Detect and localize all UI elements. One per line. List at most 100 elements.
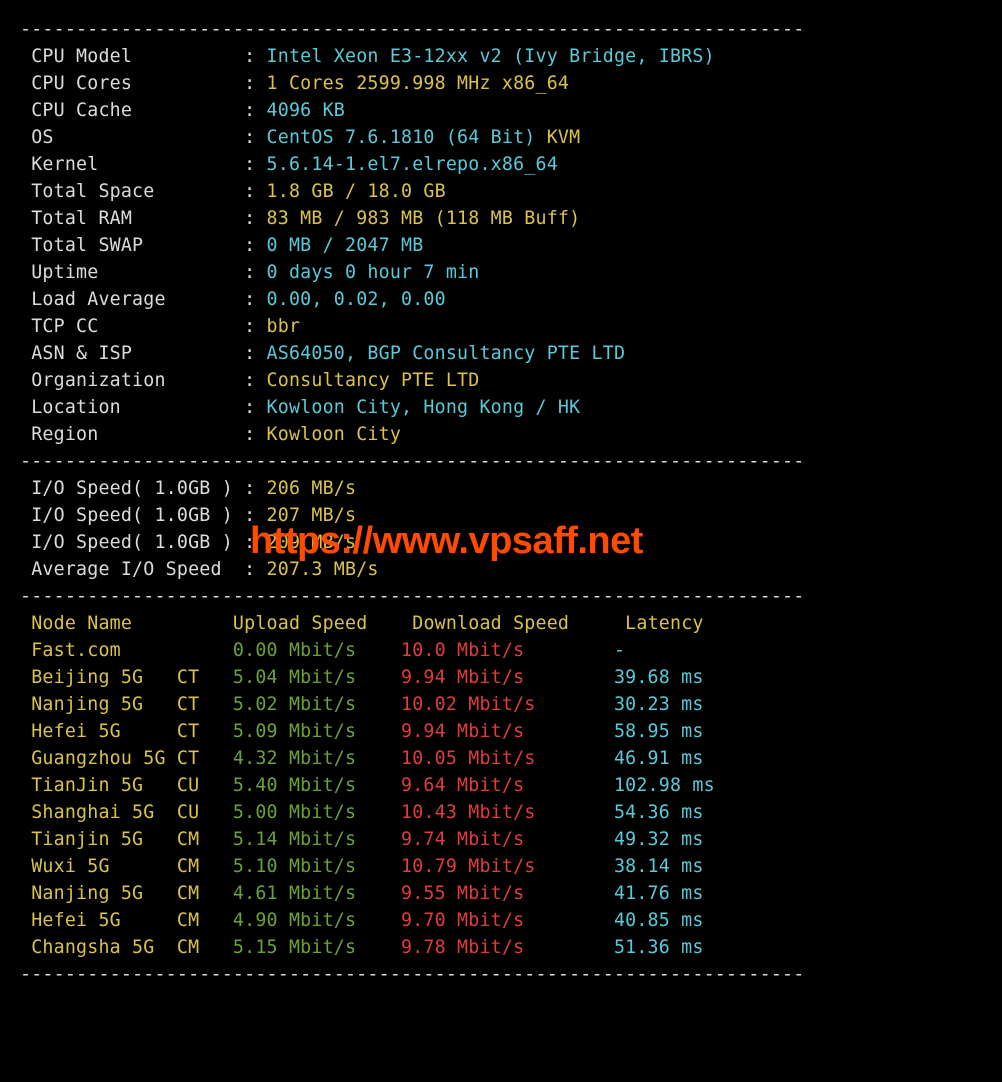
info-value-3: KVM [547,127,581,148]
colon: : [244,424,266,445]
speed-latency-6: 54.36 ms [603,802,749,823]
info-value-13: Kowloon City, Hong Kong / HK [267,397,581,418]
info-value-3: CentOS 7.6.1810 (64 Bit) [267,127,547,148]
speed-latency-4: 46.91 ms [603,748,749,769]
speed-download-8: 10.79 Mbit/s [390,856,603,877]
divider: ----------------------------------------… [20,451,804,472]
speed-latency-8: 38.14 ms [603,856,749,877]
speed-download-4: 10.05 Mbit/s [390,748,603,769]
colon: : [244,370,266,391]
speed-node-2: Nanjing 5G CT [20,694,222,715]
io-value-2: 209 MB/s [267,532,357,553]
io-label-0: I/O Speed( 1.0GB ) [20,478,244,499]
info-label-12: Organization [20,370,244,391]
info-value-5: 1.8 GB / 18.0 GB [267,181,446,202]
colon: : [244,397,266,418]
speed-node-11: Changsha 5G CM [20,937,222,958]
speed-node-10: Hefei 5G CM [20,910,222,931]
colon: : [244,46,266,67]
info-label-10: TCP CC [20,316,244,337]
speed-upload-1: 5.04 Mbit/s [222,667,390,688]
info-label-14: Region [20,424,244,445]
info-label-8: Uptime [20,262,244,283]
speed-download-10: 9.70 Mbit/s [390,910,603,931]
info-value-9: 0.00, 0.02, 0.00 [267,289,446,310]
speed-upload-8: 5.10 Mbit/s [222,856,390,877]
colon: : [244,478,266,499]
speed-download-3: 9.94 Mbit/s [390,721,603,742]
speed-latency-5: 102.98 ms [603,775,749,796]
speed-latency-2: 30.23 ms [603,694,749,715]
speed-upload-11: 5.15 Mbit/s [222,937,390,958]
terminal-output: ----------------------------------------… [0,0,1002,988]
colon: : [244,559,266,580]
speed-upload-10: 4.90 Mbit/s [222,910,390,931]
speed-node-7: Tianjin 5G CM [20,829,222,850]
info-label-9: Load Average [20,289,244,310]
speed-node-9: Nanjing 5G CM [20,883,222,904]
info-value-11: AS64050, BGP Consultancy PTE LTD [267,343,626,364]
colon: : [244,532,266,553]
info-label-4: Kernel [20,154,244,175]
speed-node-8: Wuxi 5G CM [20,856,222,877]
col-latency: Latency [614,613,760,634]
speed-upload-7: 5.14 Mbit/s [222,829,390,850]
speed-upload-9: 4.61 Mbit/s [222,883,390,904]
info-value-2: 4096 KB [267,100,345,121]
info-label-1: CPU Cores [20,73,244,94]
col-download: Download Speed [401,613,614,634]
io-value-0: 206 MB/s [267,478,357,499]
speed-download-9: 9.55 Mbit/s [390,883,603,904]
speed-latency-9: 41.76 ms [603,883,749,904]
info-label-2: CPU Cache [20,100,244,121]
info-label-13: Location [20,397,244,418]
info-value-4: 5.6.14-1.el7.elrepo.x86_64 [267,154,558,175]
info-label-3: OS [20,127,244,148]
io-label-2: I/O Speed( 1.0GB ) [20,532,244,553]
speed-latency-11: 51.36 ms [603,937,749,958]
io-value-3: 207.3 MB/s [267,559,379,580]
io-value-1: 207 MB/s [267,505,357,526]
colon: : [244,208,266,229]
info-value-6: 83 MB / 983 MB (118 MB Buff) [267,208,581,229]
speed-latency-10: 40.85 ms [603,910,749,931]
info-value-0: Intel Xeon E3-12xx v2 (Ivy Bridge, IBRS) [267,46,715,67]
speed-node-6: Shanghai 5G CU [20,802,222,823]
speed-node-5: TianJin 5G CU [20,775,222,796]
speed-download-6: 10.43 Mbit/s [390,802,603,823]
info-label-11: ASN & ISP [20,343,244,364]
speed-download-11: 9.78 Mbit/s [390,937,603,958]
speed-latency-1: 39.68 ms [603,667,749,688]
speed-download-5: 9.64 Mbit/s [390,775,603,796]
info-value-14: Kowloon City [267,424,401,445]
divider: ----------------------------------------… [20,586,804,607]
info-value-8: 0 days 0 hour 7 min [267,262,480,283]
speed-upload-4: 4.32 Mbit/s [222,748,390,769]
divider: ----------------------------------------… [20,19,804,40]
info-value-10: bbr [267,316,301,337]
speed-node-3: Hefei 5G CT [20,721,222,742]
speed-upload-2: 5.02 Mbit/s [222,694,390,715]
speed-latency-0: - [603,640,749,661]
speed-upload-0: 0.00 Mbit/s [222,640,390,661]
info-label-0: CPU Model [20,46,244,67]
speed-download-2: 10.02 Mbit/s [390,694,603,715]
info-value-1: 1 Cores 2599.998 MHz x86_64 [267,73,570,94]
info-label-5: Total Space [20,181,244,202]
info-value-7: 0 MB / 2047 MB [267,235,424,256]
io-label-1: I/O Speed( 1.0GB ) [20,505,244,526]
colon: : [244,235,266,256]
colon: : [244,262,266,283]
speed-node-4: Guangzhou 5G CT [20,748,222,769]
speed-upload-5: 5.40 Mbit/s [222,775,390,796]
speed-upload-3: 5.09 Mbit/s [222,721,390,742]
speed-download-7: 9.74 Mbit/s [390,829,603,850]
colon: : [244,154,266,175]
col-node: Node Name [20,613,222,634]
divider: ----------------------------------------… [20,964,804,985]
speed-download-1: 9.94 Mbit/s [390,667,603,688]
colon: : [244,343,266,364]
speed-upload-6: 5.00 Mbit/s [222,802,390,823]
colon: : [244,127,266,148]
colon: : [244,316,266,337]
